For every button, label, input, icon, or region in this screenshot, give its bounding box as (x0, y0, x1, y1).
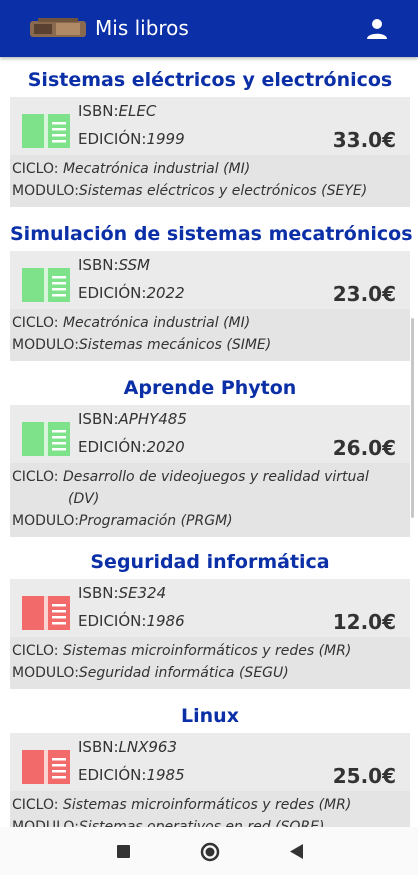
book-title: Simulación de sistemas mecatrónicos (10, 223, 413, 245)
navigation-bar (0, 827, 418, 875)
app-bar: Mis libros (0, 0, 418, 57)
meta-panel: CICLO: Sistemas microinformáticos y rede… (10, 637, 410, 689)
book-details: ISBN:APHY485 EDICIÓN:2020 26.0€ CICLO: D… (10, 405, 410, 537)
ciclo: CICLO: Mecatrónica industrial (MI) (12, 161, 251, 177)
logo-icon (30, 18, 86, 37)
isbn: ISBN:APHY485 (78, 410, 187, 428)
person-icon[interactable] (366, 18, 388, 40)
isbn: ISBN:LNX963 (78, 738, 177, 756)
scrollbar[interactable] (411, 318, 414, 518)
meta-panel: CICLO: Sistemas microinformáticos y rede… (10, 791, 410, 827)
modulo: MODULO:Sistemas operativos en red (SORE) (12, 819, 325, 827)
book-details: ISBN:SE324 EDICIÓN:1986 12.0€ CICLO: Sis… (10, 579, 410, 689)
book-title: Seguridad informática (90, 551, 330, 573)
ciclo: CICLO: Mecatrónica industrial (MI) (12, 315, 251, 331)
square-icon[interactable] (117, 845, 130, 858)
edicion: EDICIÓN:2020 (78, 438, 185, 456)
book-list[interactable]: Sistemas eléctricos y electrónicos ISBN:… (0, 57, 418, 827)
book-icon (22, 596, 70, 630)
price: 23.0€ (332, 282, 396, 306)
edicion: EDICIÓN:1985 (78, 766, 185, 784)
book-title: Aprende Phyton (123, 377, 297, 399)
circle-icon[interactable] (200, 842, 220, 862)
modulo: MODULO:Programación (PRGM) (12, 513, 233, 529)
book-title: Linux (181, 705, 239, 727)
edicion: EDICIÓN:1986 (78, 612, 185, 630)
meta-panel: CICLO: Desarrollo de videojuegos y reali… (10, 463, 410, 537)
book-card[interactable]: Simulación de sistemas mecatrónicos ISBN… (10, 219, 413, 361)
book-icon (22, 114, 70, 148)
price: 25.0€ (332, 764, 396, 788)
ciclo: CICLO: Sistemas microinformáticos y rede… (12, 797, 352, 813)
page-title: Mis libros (95, 16, 189, 40)
edicion: EDICIÓN:1999 (78, 130, 185, 148)
modulo: MODULO:Seguridad informática (SEGU) (12, 665, 289, 681)
book-icon (22, 268, 70, 302)
book-details: ISBN:SSM EDICIÓN:2022 23.0€ CICLO: Mecat… (10, 251, 410, 361)
meta-panel: CICLO: Mecatrónica industrial (MI) MODUL… (10, 155, 410, 207)
price: 26.0€ (332, 436, 396, 460)
book-details: ISBN:LNX963 EDICIÓN:1985 25.0€ CICLO: Si… (10, 733, 410, 827)
book-card[interactable]: Sistemas eléctricos y electrónicos ISBN:… (10, 65, 410, 207)
isbn: ISBN:ELEC (78, 102, 157, 120)
triangle-back-icon[interactable] (290, 844, 303, 859)
ciclo-continuation: (DV) (68, 491, 100, 507)
book-card[interactable]: Seguridad informática ISBN:SE324 EDICIÓN… (10, 547, 410, 689)
ciclo: CICLO: Sistemas microinformáticos y rede… (12, 643, 352, 659)
modulo: MODULO:Sistemas eléctricos y electrónico… (12, 183, 368, 199)
book-icon (22, 422, 70, 456)
price: 33.0€ (332, 128, 396, 152)
book-card[interactable]: Aprende Phyton ISBN:APHY485 EDICIÓN:2020… (10, 373, 410, 537)
modulo: MODULO:Sistemas mecánicos (SIME) (12, 337, 272, 353)
book-details: ISBN:ELEC EDICIÓN:1999 33.0€ CICLO: Meca… (10, 97, 410, 207)
edicion: EDICIÓN:2022 (78, 284, 185, 302)
price: 12.0€ (332, 610, 396, 634)
book-icon (22, 750, 70, 784)
book-title: Sistemas eléctricos y electrónicos (27, 69, 393, 91)
isbn: ISBN:SE324 (78, 584, 167, 602)
ciclo: CICLO: Desarrollo de videojuegos y reali… (12, 469, 369, 485)
isbn: ISBN:SSM (78, 256, 150, 274)
meta-panel: CICLO: Mecatrónica industrial (MI) MODUL… (10, 309, 410, 361)
book-card[interactable]: Linux ISBN:LNX963 EDICIÓN:1985 25.0€ CIC… (10, 701, 410, 827)
